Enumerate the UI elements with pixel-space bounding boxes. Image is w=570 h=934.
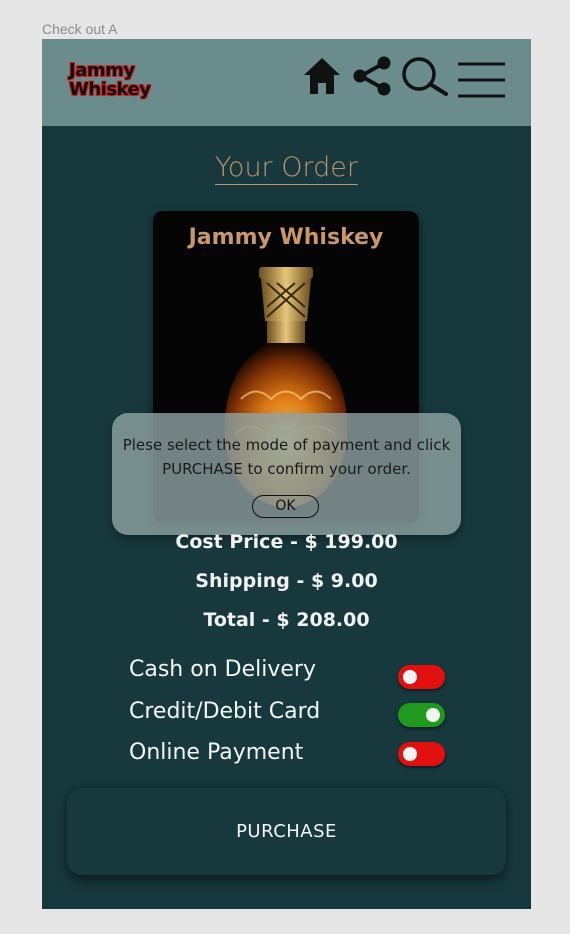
- page-title-text: Your Order: [215, 152, 358, 185]
- home-icon[interactable]: [303, 56, 341, 96]
- dialog-message-line-2: PURCHASE to confirm your order.: [162, 460, 411, 478]
- shipping-cost: Shipping - $ 9.00: [195, 570, 378, 592]
- toggle-knob: [403, 747, 417, 761]
- search-icon[interactable]: [400, 56, 450, 98]
- logo-line-1: Jammy: [69, 60, 135, 81]
- order-total: Total - $ 208.00: [203, 609, 370, 631]
- toggle-knob: [403, 670, 417, 684]
- payment-option-online-label: Online Payment: [129, 740, 304, 765]
- page-title: Your Order: [42, 152, 531, 185]
- toggle-knob: [426, 708, 440, 722]
- share-icon[interactable]: [352, 56, 392, 96]
- logo-line-2: Whiskey: [69, 79, 151, 100]
- dialog-message: Plese select the mode of payment and cli…: [122, 433, 451, 481]
- dialog-message-line-1: Plese select the mode of payment and cli…: [122, 436, 451, 454]
- product-name: Jammy Whiskey: [188, 225, 384, 250]
- cost-price: Cost Price - $ 199.00: [175, 531, 398, 553]
- payment-option-card-label: Credit/Debit Card: [129, 699, 321, 724]
- checkout-screen: Jammy Whiskey Your Order Jammy Whiskey P…: [42, 39, 531, 909]
- brand-logo[interactable]: Jammy Whiskey: [69, 61, 153, 105]
- cod-toggle[interactable]: [398, 665, 445, 689]
- menu-icon[interactable]: [457, 61, 507, 99]
- card-toggle[interactable]: [398, 703, 445, 727]
- app-header: Jammy Whiskey: [42, 39, 531, 126]
- canvas-frame-label: Check out A: [42, 21, 118, 37]
- payment-prompt-dialog: Plese select the mode of payment and cli…: [112, 413, 461, 535]
- online-payment-toggle[interactable]: [398, 742, 445, 766]
- payment-option-cod-label: Cash on Delivery: [129, 657, 316, 682]
- purchase-button[interactable]: PURCHASE: [67, 788, 506, 875]
- ok-button[interactable]: OK: [252, 495, 319, 518]
